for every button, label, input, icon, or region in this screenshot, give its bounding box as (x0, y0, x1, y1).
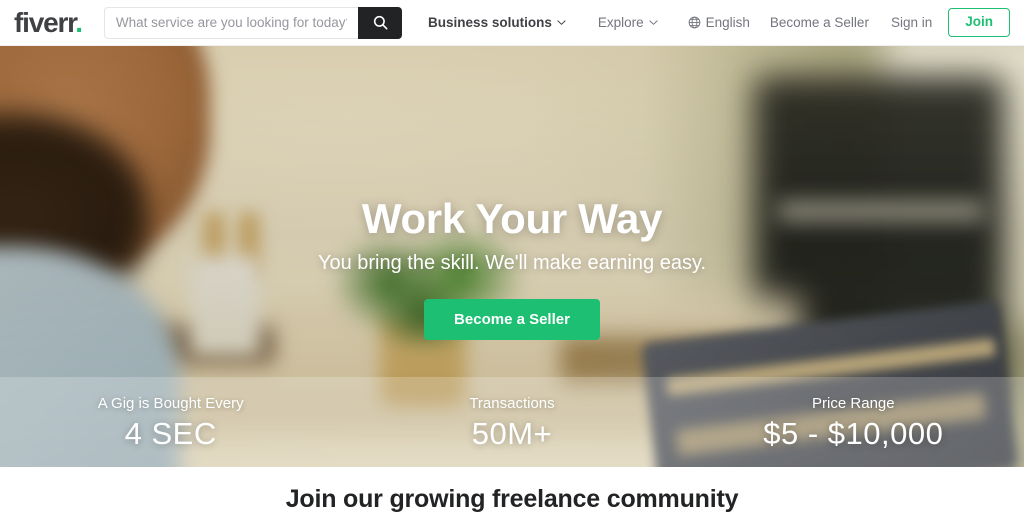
globe-icon (688, 16, 700, 29)
join-button[interactable]: Join (948, 8, 1010, 37)
hero-copy: Work Your Way You bring the skill. We'll… (0, 46, 1024, 341)
search-bar (103, 6, 403, 39)
nav-item-become-a-seller[interactable]: Become a Seller (770, 15, 869, 30)
nav-label-english: English (705, 15, 750, 30)
stat-label: A Gig is Bought Every (97, 394, 244, 412)
community-section: Join our growing freelance community (0, 467, 1024, 521)
stat-gig-frequency: A Gig is Bought Every 4 SEC (0, 396, 341, 449)
chevron-down-icon (649, 20, 658, 25)
logo-text: fiverr (14, 6, 77, 38)
fiverr-landing-page: fiverr. Business solutions Explore (0, 0, 1024, 521)
become-a-seller-button[interactable]: Become a Seller (424, 299, 600, 341)
main-nav: Business solutions Explore English Becom… (428, 0, 1024, 46)
nav-label-become-a-seller: Become a Seller (769, 15, 869, 30)
stat-label: Price Range (812, 394, 895, 412)
search-button[interactable] (358, 6, 403, 39)
nav-label-explore: Explore (597, 15, 644, 30)
nav-label-sign-in: Sign in (890, 15, 933, 30)
chevron-down-icon (557, 20, 566, 25)
logo-dot: . (75, 6, 83, 38)
search-icon (373, 15, 388, 30)
stat-value: 50M+ (471, 415, 553, 451)
search-input[interactable] (103, 6, 359, 39)
stat-transactions: Transactions 50M+ (341, 396, 682, 449)
hero-section: Work Your Way You bring the skill. We'll… (0, 46, 1024, 467)
nav-item-sign-in[interactable]: Sign in (891, 15, 932, 30)
stat-price-range: Price Range $5 - $10,000 (683, 396, 1024, 449)
fiverr-logo[interactable]: fiverr. (14, 6, 83, 38)
community-section-title: Join our growing freelance community (285, 485, 739, 513)
nav-label-business-solutions: Business solutions (428, 15, 552, 30)
stats-bar: A Gig is Bought Every 4 SEC Transactions… (0, 377, 1024, 467)
stat-label: Transactions (469, 394, 555, 412)
hero-title: Work Your Way (361, 195, 663, 242)
nav-item-business-solutions[interactable]: Business solutions (428, 15, 566, 30)
nav-item-language[interactable]: English (688, 15, 750, 30)
hero-subtitle: You bring the skill. We'll make earning … (317, 252, 707, 275)
site-header: fiverr. Business solutions Explore (0, 0, 1024, 46)
nav-item-explore[interactable]: Explore (598, 15, 658, 30)
stat-value: 4 SEC (124, 415, 217, 451)
stat-value: $5 - $10,000 (763, 415, 944, 451)
